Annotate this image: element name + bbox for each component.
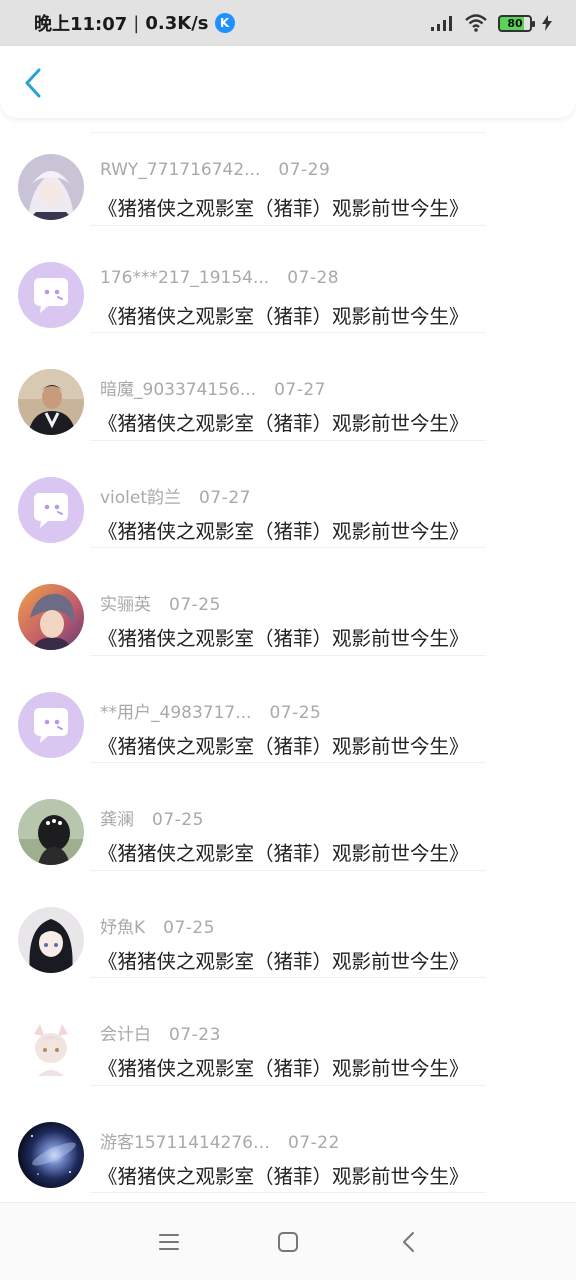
comment-meta: 会计白 07-23 <box>100 1020 221 1045</box>
chevron-left-icon <box>25 68 41 98</box>
avatar[interactable] <box>18 261 84 328</box>
chat-bubble-icon <box>18 476 84 543</box>
menu-button[interactable] <box>156 1229 182 1255</box>
back-button[interactable] <box>18 66 48 100</box>
comment-text: 《猪猪侠之观影室（猪菲）观影前世今生》 <box>98 734 469 758</box>
chat-bubble-icon <box>18 261 84 328</box>
user-name[interactable]: 会计白 <box>100 1020 151 1045</box>
comment-date: 07-25 <box>269 702 322 723</box>
comment-text: 《猪猪侠之观影室（猪菲）观影前世今生》 <box>98 627 469 650</box>
comment-meta: 龚澜 07-25 <box>100 805 204 830</box>
list-item[interactable]: 实骊英 07-25 《猪猪侠之观影室（猪菲）观影前世今生》 <box>0 548 576 656</box>
avatar[interactable] <box>18 1014 84 1080</box>
user-name[interactable]: 176***217_19154... <box>100 268 269 288</box>
avatar[interactable] <box>18 799 84 865</box>
comment-list: RWY_771716742... 07-29 《猪猪侠之观影室（猪菲）观影前世今… <box>0 118 576 1193</box>
k-app-icon: K <box>214 13 235 33</box>
battery-icon: 80 <box>498 14 535 32</box>
signal-icon <box>431 16 452 31</box>
wifi-icon <box>465 14 487 32</box>
list-item[interactable]: 游客1571141427682 07-22 《猪猪侠之观影室（猪菲）观影前世今生… <box>0 1086 576 1194</box>
comment-text: 《猪猪侠之观影室（猪菲）观影前世今生》 <box>98 197 469 220</box>
user-name[interactable]: 妤魚K <box>100 913 145 938</box>
charging-icon <box>542 15 552 31</box>
comment-text: 《猪猪侠之观影室（猪菲）观影前世今生》 <box>98 412 469 435</box>
comment-meta: 暗魔_903374156... 07-27 <box>100 375 326 400</box>
status-separator: | <box>133 12 140 34</box>
user-name[interactable]: violet韵兰 <box>100 483 181 508</box>
comment-date: 07-27 <box>274 380 326 400</box>
list-item[interactable]: 176***217_19154... 07-28 《猪猪侠之观影室（猪菲）观影前… <box>0 226 576 334</box>
system-nav-bar <box>0 1202 576 1280</box>
avatar[interactable] <box>18 691 84 758</box>
status-right: 80 <box>430 13 552 33</box>
comment-meta: violet韵兰 07-27 <box>100 483 251 508</box>
list-item[interactable]: 会计白 07-23 《猪猪侠之观影室（猪菲）观影前世今生》 <box>0 978 576 1086</box>
back-triangle-icon <box>403 1232 414 1252</box>
status-bar: 晚上11:07 | 0.3K/s K 80 <box>0 0 576 46</box>
comment-date: 07-28 <box>287 267 340 288</box>
comment-date: 07-22 <box>288 1132 340 1153</box>
list-item[interactable]: violet韵兰 07-27 《猪猪侠之观影室（猪菲）观影前世今生》 <box>0 441 576 549</box>
avatar[interactable] <box>18 369 84 435</box>
user-name[interactable]: RWY_771716742... <box>100 160 260 180</box>
comment-meta: 实骊英 07-25 <box>100 590 221 615</box>
comment-meta: 游客1571141427682 07-22 <box>100 1128 340 1153</box>
app-header <box>0 46 576 118</box>
comment-text: 《猪猪侠之观影室（猪菲）观影前世今生》 <box>98 842 469 865</box>
avatar[interactable] <box>18 584 84 650</box>
comment-text: 《猪猪侠之观影室（猪菲）观影前世今生》 <box>98 949 469 973</box>
comment-date: 07-25 <box>152 810 204 830</box>
list-item[interactable]: 龚澜 07-25 《猪猪侠之观影室（猪菲）观影前世今生》 <box>0 763 576 871</box>
user-name[interactable]: 龚澜 <box>100 805 134 830</box>
comment-text: 《猪猪侠之观影室（猪菲）观影前世今生》 <box>98 1164 469 1188</box>
comment-text: 《猪猪侠之观影室（猪菲）观影前世今生》 <box>98 304 469 328</box>
user-name[interactable]: 实骊英 <box>100 590 151 615</box>
comment-date: 07-29 <box>278 160 331 180</box>
comment-meta: 176***217_19154... 07-28 <box>100 268 339 288</box>
home-button[interactable] <box>275 1229 301 1255</box>
comment-meta: RWY_771716742... 07-29 <box>100 160 330 180</box>
network-speed: 0.3K/s <box>145 12 209 34</box>
chat-bubble-icon <box>18 691 84 758</box>
list-item[interactable]: **用户_4983717... 07-25 《猪猪侠之观影室（猪菲）观影前世今生… <box>0 656 576 764</box>
avatar[interactable] <box>18 476 84 543</box>
list-item[interactable]: 暗魔_903374156... 07-27 《猪猪侠之观影室（猪菲）观影前世今生… <box>0 333 576 441</box>
user-name[interactable]: 暗魔_903374156... <box>100 375 256 400</box>
comment-date: 07-27 <box>199 487 251 508</box>
comment-date: 07-23 <box>169 1025 221 1045</box>
list-item[interactable]: 妤魚K 07-25 《猪猪侠之观影室（猪菲）观影前世今生》 <box>0 871 576 979</box>
home-square-icon <box>278 1232 298 1252</box>
comment-meta: 妤魚K 07-25 <box>100 913 215 938</box>
system-back-button[interactable] <box>396 1229 422 1255</box>
avatar[interactable] <box>18 154 84 220</box>
list-item[interactable]: RWY_771716742... 07-29 《猪猪侠之观影室（猪菲）观影前世今… <box>0 118 576 226</box>
avatar[interactable] <box>18 906 84 973</box>
avatar[interactable] <box>18 1121 84 1188</box>
comment-text: 《猪猪侠之观影室（猪菲）观影前世今生》 <box>98 1057 469 1080</box>
comment-date: 07-25 <box>169 595 221 615</box>
comment-meta: **用户_4983717... 07-25 <box>100 698 321 723</box>
user-name[interactable]: 游客1571141427682 <box>100 1128 270 1153</box>
status-time: 晚上11:07 <box>34 14 128 35</box>
comment-text: 《猪猪侠之观影室（猪菲）观影前世今生》 <box>98 519 469 543</box>
status-left: 晚上11:07 | 0.3K/s K <box>34 10 235 36</box>
user-name[interactable]: **用户_4983717... <box>100 698 251 723</box>
comment-date: 07-25 <box>163 917 216 938</box>
menu-icon <box>159 1234 179 1250</box>
